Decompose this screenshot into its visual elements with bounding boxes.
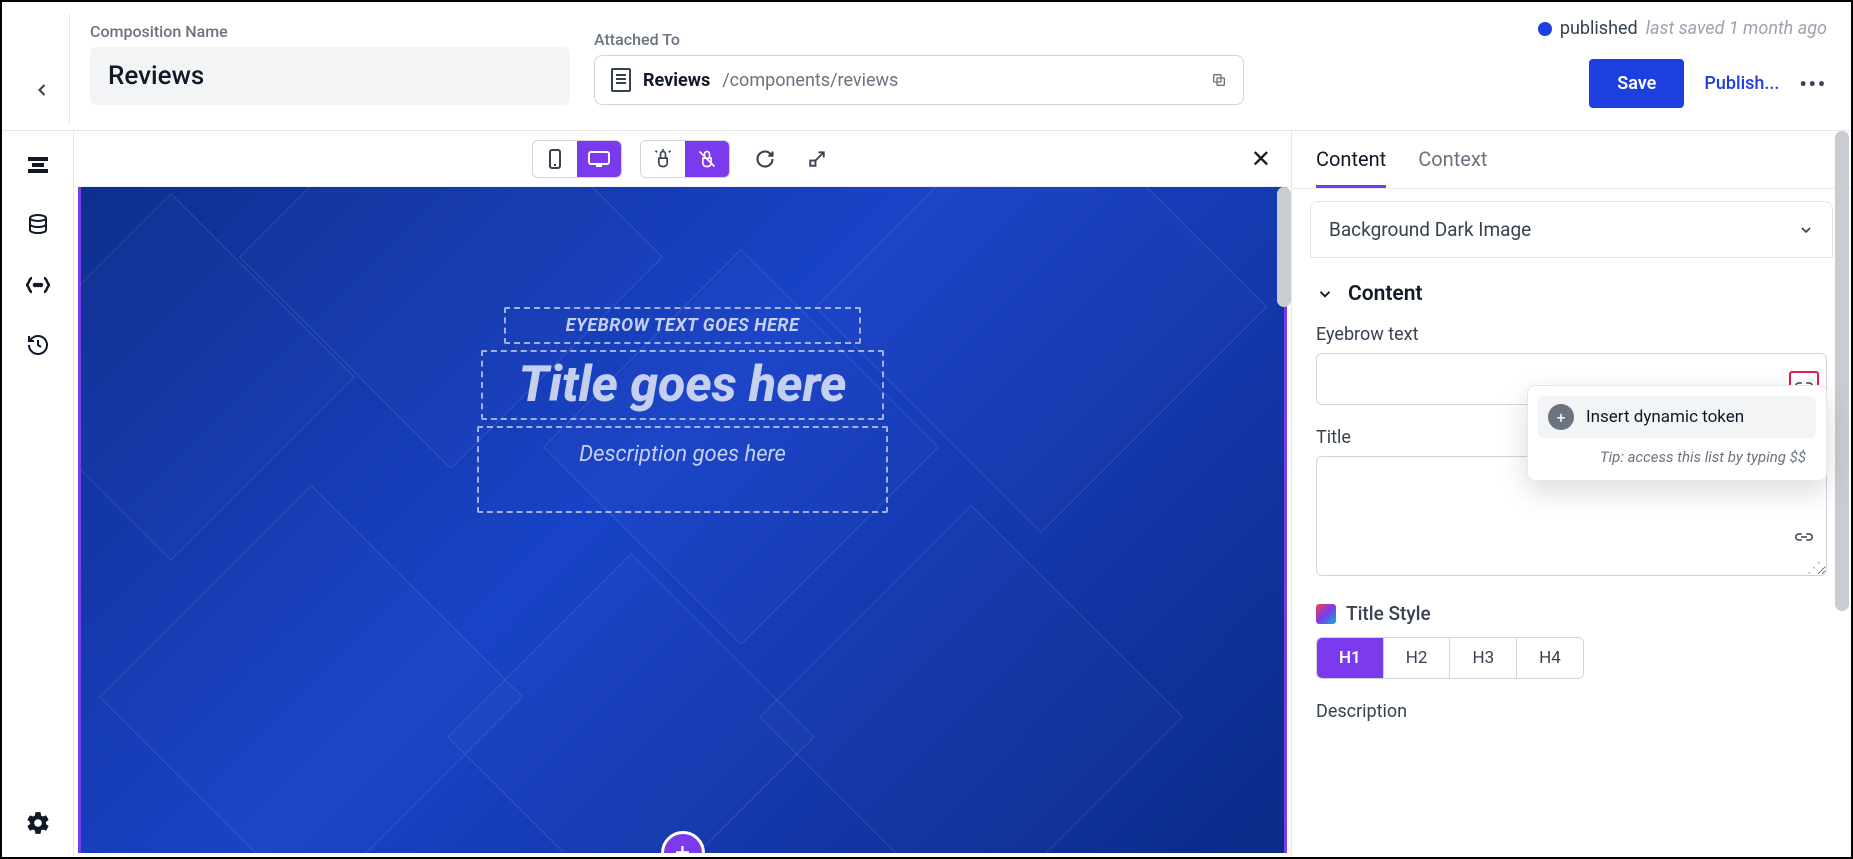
link-icon[interactable] [1789,522,1819,552]
eyebrow-field-label: Eyebrow text [1316,324,1827,345]
attached-to-label: Attached To [594,30,1244,49]
brand-cube-icon [1316,604,1336,624]
expand-button[interactable] [800,142,834,176]
status-row: published last saved 1 month ago [1538,18,1827,39]
close-canvas-button[interactable]: ✕ [1251,145,1271,173]
resize-grip-icon[interactable]: ⋰ [1807,560,1821,576]
copy-icon[interactable] [1211,72,1227,88]
description-field-label: Description [1316,701,1827,722]
desktop-view-button[interactable] [577,141,621,177]
attached-name: Reviews [643,70,710,91]
data-icon[interactable] [24,211,52,239]
settings-icon[interactable] [24,809,52,837]
tab-content[interactable]: Content [1316,147,1386,188]
composition-name-label: Composition Name [90,22,570,41]
eyebrow-placeholder[interactable]: EYEBROW TEXT GOES HERE [504,307,862,344]
canvas-toolbar: ✕ [74,131,1291,187]
heading-h1-button[interactable]: H1 [1317,638,1384,678]
status-text: published [1560,18,1638,39]
canvas-column: ✕ EYEBROW TEXT GOES HERE Tit [74,131,1291,857]
popover-tip: Tip: access this list by typing $$ [1538,438,1816,470]
right-panel: Content Context Background Dark Image Co… [1291,131,1851,857]
status-dot-icon [1538,22,1552,36]
content-section-header[interactable]: Content [1316,282,1827,306]
panel-scrollbar[interactable] [1835,131,1849,611]
background-section-label: Background Dark Image [1329,218,1531,241]
refresh-button[interactable] [748,142,782,176]
mobile-view-button[interactable] [533,141,577,177]
history-icon[interactable] [24,331,52,359]
tab-context[interactable]: Context [1418,147,1487,188]
background-section-header[interactable]: Background Dark Image [1310,201,1833,258]
canvas-scrollbar[interactable] [1277,187,1291,307]
attached-to-box[interactable]: Reviews /components/reviews [594,55,1244,105]
document-icon [611,68,631,92]
publish-button[interactable]: Publish... [1704,73,1779,94]
dynamic-token-popover: + Insert dynamic token Tip: access this … [1527,385,1827,481]
left-rail [2,131,74,857]
heading-h3-button[interactable]: H3 [1450,638,1517,678]
top-header: Composition Name Attached To Reviews /co… [2,2,1851,130]
plus-circle-icon: + [1548,404,1574,430]
insert-dynamic-token-label: Insert dynamic token [1586,407,1744,427]
back-button[interactable] [32,80,52,100]
insert-dynamic-token-item[interactable]: + Insert dynamic token [1538,396,1816,438]
more-menu-icon[interactable]: ••• [1799,72,1827,96]
canvas-preview[interactable]: EYEBROW TEXT GOES HERE Title goes here D… [78,187,1287,853]
description-placeholder[interactable]: Description goes here [477,426,888,513]
heading-h2-button[interactable]: H2 [1384,638,1451,678]
chevron-down-icon [1798,222,1814,238]
chevron-down-icon [1316,285,1334,303]
heading-h4-button[interactable]: H4 [1517,638,1583,678]
interactive-off-button[interactable] [685,141,729,177]
structure-icon[interactable] [24,151,52,179]
code-icon[interactable] [24,271,52,299]
interactive-mode-button[interactable] [641,141,685,177]
composition-name-input[interactable] [90,47,570,105]
attached-path: /components/reviews [722,70,898,91]
title-style-segment: H1 H2 H3 H4 [1316,637,1584,679]
title-style-label: Title Style [1346,602,1431,625]
save-button[interactable]: Save [1589,59,1684,108]
content-section-label: Content [1348,282,1422,306]
last-saved-text: last saved 1 month ago [1646,18,1827,39]
title-placeholder[interactable]: Title goes here [481,350,885,420]
